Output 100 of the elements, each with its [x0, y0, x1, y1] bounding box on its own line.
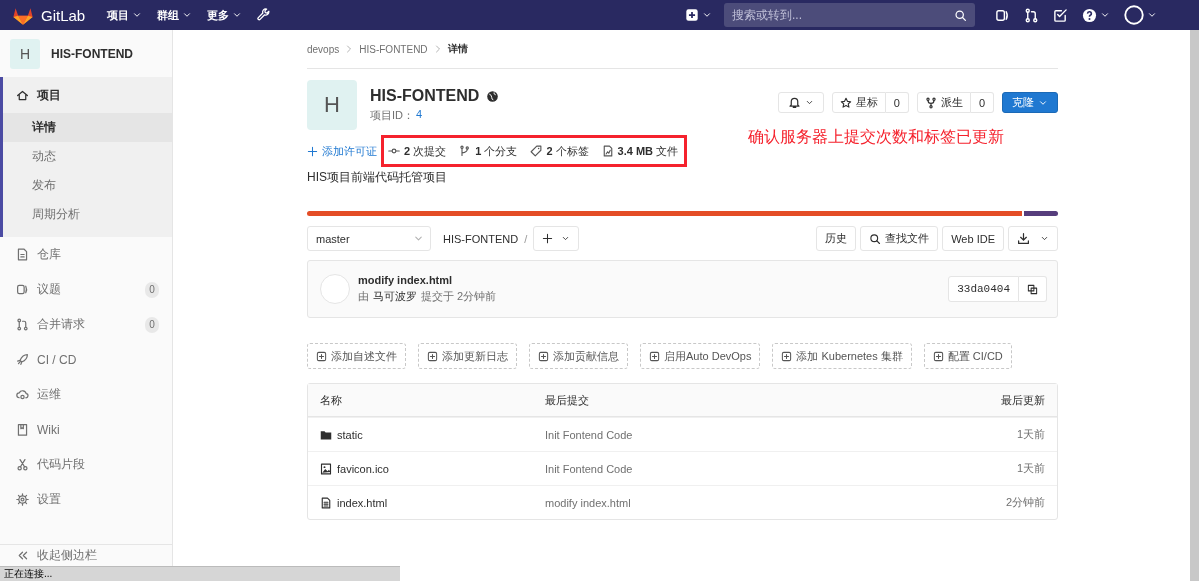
branch-icon [459, 145, 472, 157]
sidebar-item[interactable]: 合并请求 0 [3, 307, 172, 342]
notification-dropdown[interactable] [777, 92, 824, 113]
stat-link[interactable]: 1 个分支 [459, 143, 518, 159]
commit-title[interactable]: modify index.html [358, 274, 497, 286]
sidebar-item[interactable]: 代码片段 [3, 447, 172, 482]
sidebar-subitem[interactable]: 周期分析 [3, 200, 172, 229]
fork-count[interactable]: 0 [970, 92, 994, 113]
suggestion-button[interactable]: 启用Auto DevOps [640, 343, 761, 369]
commit-message-link[interactable]: Init Fontend Code [545, 428, 633, 441]
nav-menu[interactable]: 项目 [107, 7, 143, 23]
commit-message-link[interactable]: modify index.html [545, 496, 631, 509]
tag-icon [530, 145, 543, 157]
sidebar-item[interactable]: 运维 [3, 377, 172, 412]
download-icon [1017, 232, 1030, 245]
sidebar-subitem[interactable]: 发布 [3, 171, 172, 200]
project-avatar: H [307, 80, 357, 130]
home-icon [16, 88, 29, 102]
star-button[interactable]: 星标 [831, 92, 886, 113]
image-file-icon [320, 462, 332, 475]
sidebar-item[interactable]: 议题 0 [3, 272, 172, 307]
nav-menu[interactable]: 更多 [207, 7, 243, 23]
search-icon [954, 9, 967, 22]
copy-button[interactable] [1019, 276, 1047, 302]
scrollbar[interactable] [1190, 30, 1199, 581]
annotation-text: 确认服务器上提交次数和标签已更新 [748, 127, 1004, 147]
status-text: 正在连接... [3, 567, 53, 581]
stat-link[interactable]: 2 个标签 [530, 143, 589, 159]
chevron-icon [345, 45, 354, 53]
commit-message-link[interactable]: Init Fontend Code [545, 462, 633, 475]
author-link[interactable]: 马可波罗 [373, 289, 417, 304]
nav-menu[interactable]: 群组 [157, 7, 193, 23]
project-avatar: H [10, 38, 40, 69]
sidebar-item[interactable]: 项目 [3, 77, 172, 113]
star-count[interactable]: 0 [885, 92, 909, 113]
avatar-icon [1124, 5, 1144, 25]
suggestion-button[interactable]: 添加 Kubernetes 集群 [772, 343, 912, 369]
caret-icon [702, 10, 712, 20]
sidebar-item[interactable]: CI / CD [3, 342, 172, 377]
path-separator: / [524, 232, 528, 245]
commit-time: 提交于 2分钟前 [421, 289, 497, 304]
sidebar-item[interactable]: Wiki [3, 412, 172, 447]
help-icon [1082, 7, 1097, 23]
breadcrumb-link[interactable]: 详情 [447, 42, 468, 56]
suggestion-button[interactable]: 添加贡献信息 [529, 343, 628, 369]
doc-icon [16, 248, 29, 261]
sidebar-item[interactable]: 设置 [3, 482, 172, 517]
fork-icon [924, 96, 937, 109]
caret-icon [182, 10, 193, 20]
caret-icon [1040, 234, 1049, 243]
caret-icon [1147, 10, 1157, 20]
caret-icon [804, 98, 814, 107]
history-button[interactable]: 历史 [816, 226, 857, 251]
breadcrumb-link[interactable]: HIS-FONTEND [359, 43, 428, 55]
updated-time: 2分钟前 [1005, 495, 1045, 510]
star-icon [839, 96, 852, 109]
caret-icon [232, 10, 243, 20]
stat-link[interactable]: 3.4 MB 文件 [601, 143, 679, 159]
clone-button[interactable]: 克隆 [1002, 92, 1058, 113]
wrench-icon[interactable] [257, 8, 272, 22]
fork-button[interactable]: 派生 [916, 92, 971, 113]
project-name[interactable]: HIS-FONTEND [51, 46, 133, 61]
search-field[interactable]: 搜索或转到... [724, 3, 975, 27]
double-chevron-icon [16, 549, 29, 562]
suggestion-button[interactable]: 配置 CI/CD [923, 343, 1012, 369]
commit-sha-button[interactable]: 33da0404 [948, 276, 1019, 302]
merge-request-icon [1024, 7, 1039, 23]
suggestion-button[interactable]: 添加更新日志 [418, 343, 517, 369]
find-file-button[interactable]: 查找文件 [860, 226, 939, 251]
gitlab-logo[interactable]: GitLab [12, 4, 86, 26]
project-id: 4 [416, 108, 423, 122]
suggestion-button[interactable]: 添加自述文件 [307, 343, 406, 369]
add-license-link[interactable]: 添加许可证 [307, 143, 377, 159]
plus-square-icon [649, 350, 660, 362]
caret-icon [132, 10, 143, 20]
plus-icon [685, 8, 699, 22]
file-link[interactable]: static [320, 428, 363, 441]
folder-icon [320, 428, 332, 441]
count-badge: 0 [145, 281, 159, 298]
file-link[interactable]: index.html [320, 496, 388, 509]
file-icon [320, 496, 332, 509]
sidebar-subitem[interactable]: 动态 [3, 142, 172, 171]
project-id-label: 项目ID： [370, 108, 414, 123]
file-icon [601, 145, 614, 157]
stat-link[interactable]: 2 次提交 [388, 143, 447, 159]
path-link[interactable]: HIS-FONTEND [443, 232, 519, 245]
breadcrumb-link[interactable]: devops [307, 43, 340, 55]
commit-by: 由 [358, 289, 369, 304]
file-link[interactable]: favicon.ico [320, 462, 389, 475]
user-menu[interactable] [1124, 4, 1157, 26]
sidebar-subitem[interactable]: 详情 [3, 113, 172, 142]
web-ide-button[interactable]: Web IDE [942, 226, 1004, 251]
sidebar-item[interactable]: 仓库 [3, 237, 172, 272]
todo-icon [1053, 7, 1068, 23]
branch-dropdown[interactable]: master [307, 226, 431, 251]
globe-icon [486, 89, 500, 103]
gear-icon [16, 493, 29, 506]
plus-square-icon [427, 350, 438, 362]
download-dropdown[interactable] [1008, 226, 1058, 251]
caret-icon [561, 234, 571, 243]
